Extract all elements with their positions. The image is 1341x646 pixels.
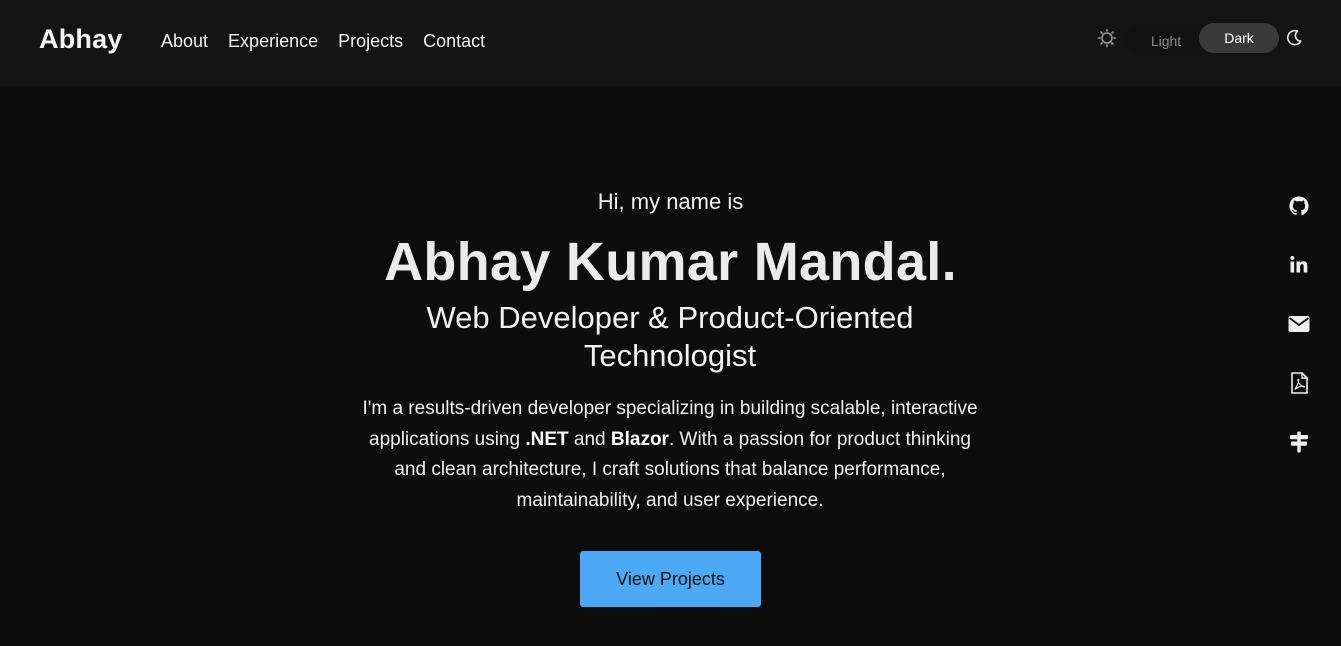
- view-projects-button[interactable]: View Projects: [580, 551, 761, 607]
- hero-greeting: Hi, my name is: [597, 189, 744, 214]
- nav-link-projects[interactable]: Projects: [338, 31, 403, 52]
- signpost-icon[interactable]: [1286, 429, 1312, 455]
- linkedin-icon[interactable]: [1286, 252, 1312, 278]
- hero-intro: I'm a results-driven developer specializ…: [355, 394, 985, 516]
- email-icon[interactable]: [1286, 311, 1312, 337]
- github-icon[interactable]: [1286, 193, 1312, 219]
- pdf-resume-icon[interactable]: [1286, 370, 1312, 396]
- theme-switcher: Light Dark: [1097, 23, 1307, 55]
- sun-icon[interactable]: [1097, 28, 1117, 48]
- intro-tech-dotnet: .NET: [525, 428, 569, 450]
- nav-link-contact[interactable]: Contact: [423, 31, 485, 52]
- theme-light-option[interactable]: Light: [1124, 23, 1208, 55]
- hero-name: Abhay Kumar Mandal.: [384, 232, 957, 292]
- nav-link-experience[interactable]: Experience: [228, 31, 318, 52]
- navbar: Abhay About Experience Projects Contact: [0, 0, 1341, 86]
- intro-text: and: [568, 428, 611, 450]
- moon-icon[interactable]: [1284, 28, 1304, 48]
- nav-links: About Experience Projects Contact: [161, 31, 485, 52]
- nav-link-about[interactable]: About: [161, 31, 208, 52]
- theme-toggle[interactable]: Light Dark: [1124, 23, 1280, 55]
- intro-tech-blazor: Blazor: [610, 428, 669, 450]
- brand-logo[interactable]: Abhay: [39, 24, 123, 55]
- hero-role: Web Developer & Product-Oriented Technol…: [426, 300, 914, 373]
- theme-dark-option[interactable]: Dark: [1199, 23, 1279, 53]
